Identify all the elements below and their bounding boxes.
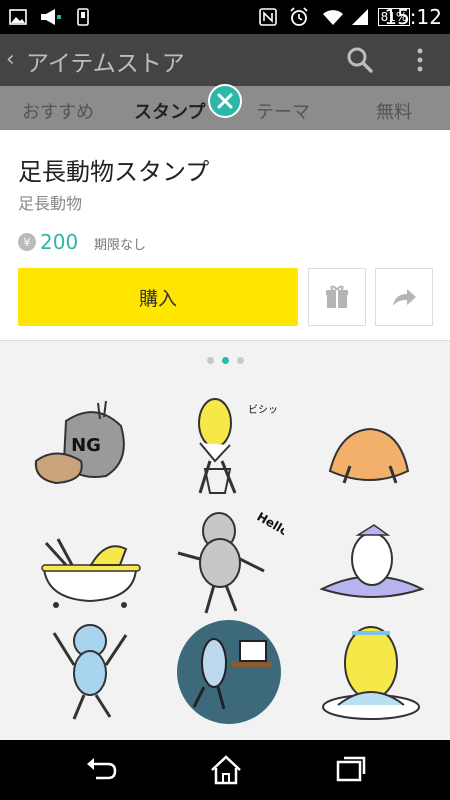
page-dot-active: [221, 357, 229, 364]
sticker-1[interactable]: NG: [26, 391, 136, 501]
gift-button[interactable]: [308, 268, 366, 326]
alarm-icon: [288, 7, 310, 27]
home-icon[interactable]: [209, 754, 243, 786]
sticker-preview-grid: NG ビシッ Hello: [0, 340, 450, 740]
share-button[interactable]: [375, 268, 433, 326]
gallery-notification-icon: [8, 7, 28, 27]
buy-button[interactable]: 購入: [18, 268, 298, 326]
wifi-icon: [322, 7, 344, 27]
coin-icon: ¥: [18, 233, 36, 251]
close-icon: [217, 93, 233, 109]
close-button[interactable]: [208, 84, 242, 118]
share-arrow-icon: [393, 289, 416, 306]
phone-notification-icon: [76, 7, 90, 27]
sticker-hello-text: Hello: [255, 509, 285, 538]
sticker-8[interactable]: [174, 617, 284, 727]
sticker-9[interactable]: [316, 617, 426, 727]
gift-icon: [326, 285, 348, 308]
page-dot: [206, 357, 214, 364]
system-nav-bar: [0, 740, 450, 800]
sticker-6[interactable]: [318, 509, 428, 619]
page-title[interactable]: アイテムストア: [26, 44, 185, 78]
sticker-2[interactable]: ビシッ: [170, 383, 280, 494]
author-name[interactable]: 足長動物: [18, 190, 82, 214]
clock: 15:12: [384, 5, 442, 29]
sticker-pack-title: 足長動物スタンプ: [18, 158, 210, 186]
sticker-5[interactable]: Hello: [174, 501, 292, 614]
nfc-icon: [258, 7, 278, 27]
megaphone-notification-icon: [38, 7, 64, 27]
app-bar: ‹ アイテムストア: [0, 34, 450, 86]
tab-free[interactable]: 無料: [376, 98, 412, 124]
sticker-detail-card: 足長動物スタンプ 足長動物 ¥ 200 期限なし 購入: [0, 130, 450, 340]
recent-apps-icon[interactable]: [334, 754, 368, 786]
sticker-4[interactable]: [36, 509, 146, 619]
back-chevron-icon[interactable]: ‹: [6, 47, 15, 72]
back-icon[interactable]: [84, 754, 118, 786]
more-options-icon[interactable]: [410, 46, 430, 74]
page-indicator: [0, 357, 450, 364]
validity-label: 期限なし: [94, 238, 147, 253]
tab-themes[interactable]: テーマ: [256, 98, 310, 124]
page-dot: [236, 357, 244, 364]
sticker-bishi-text: ビシッ: [248, 404, 278, 416]
search-icon[interactable]: [346, 46, 374, 74]
signal-icon: [350, 7, 370, 27]
status-bar: 81% 15:12: [0, 0, 450, 34]
sticker-ng-text: NG: [71, 435, 101, 456]
sticker-7[interactable]: [40, 613, 150, 723]
tab-stickers[interactable]: スタンプ: [134, 98, 205, 124]
price: 200: [40, 230, 79, 254]
sticker-3[interactable]: [320, 411, 430, 521]
tab-recommended[interactable]: おすすめ: [22, 98, 94, 124]
